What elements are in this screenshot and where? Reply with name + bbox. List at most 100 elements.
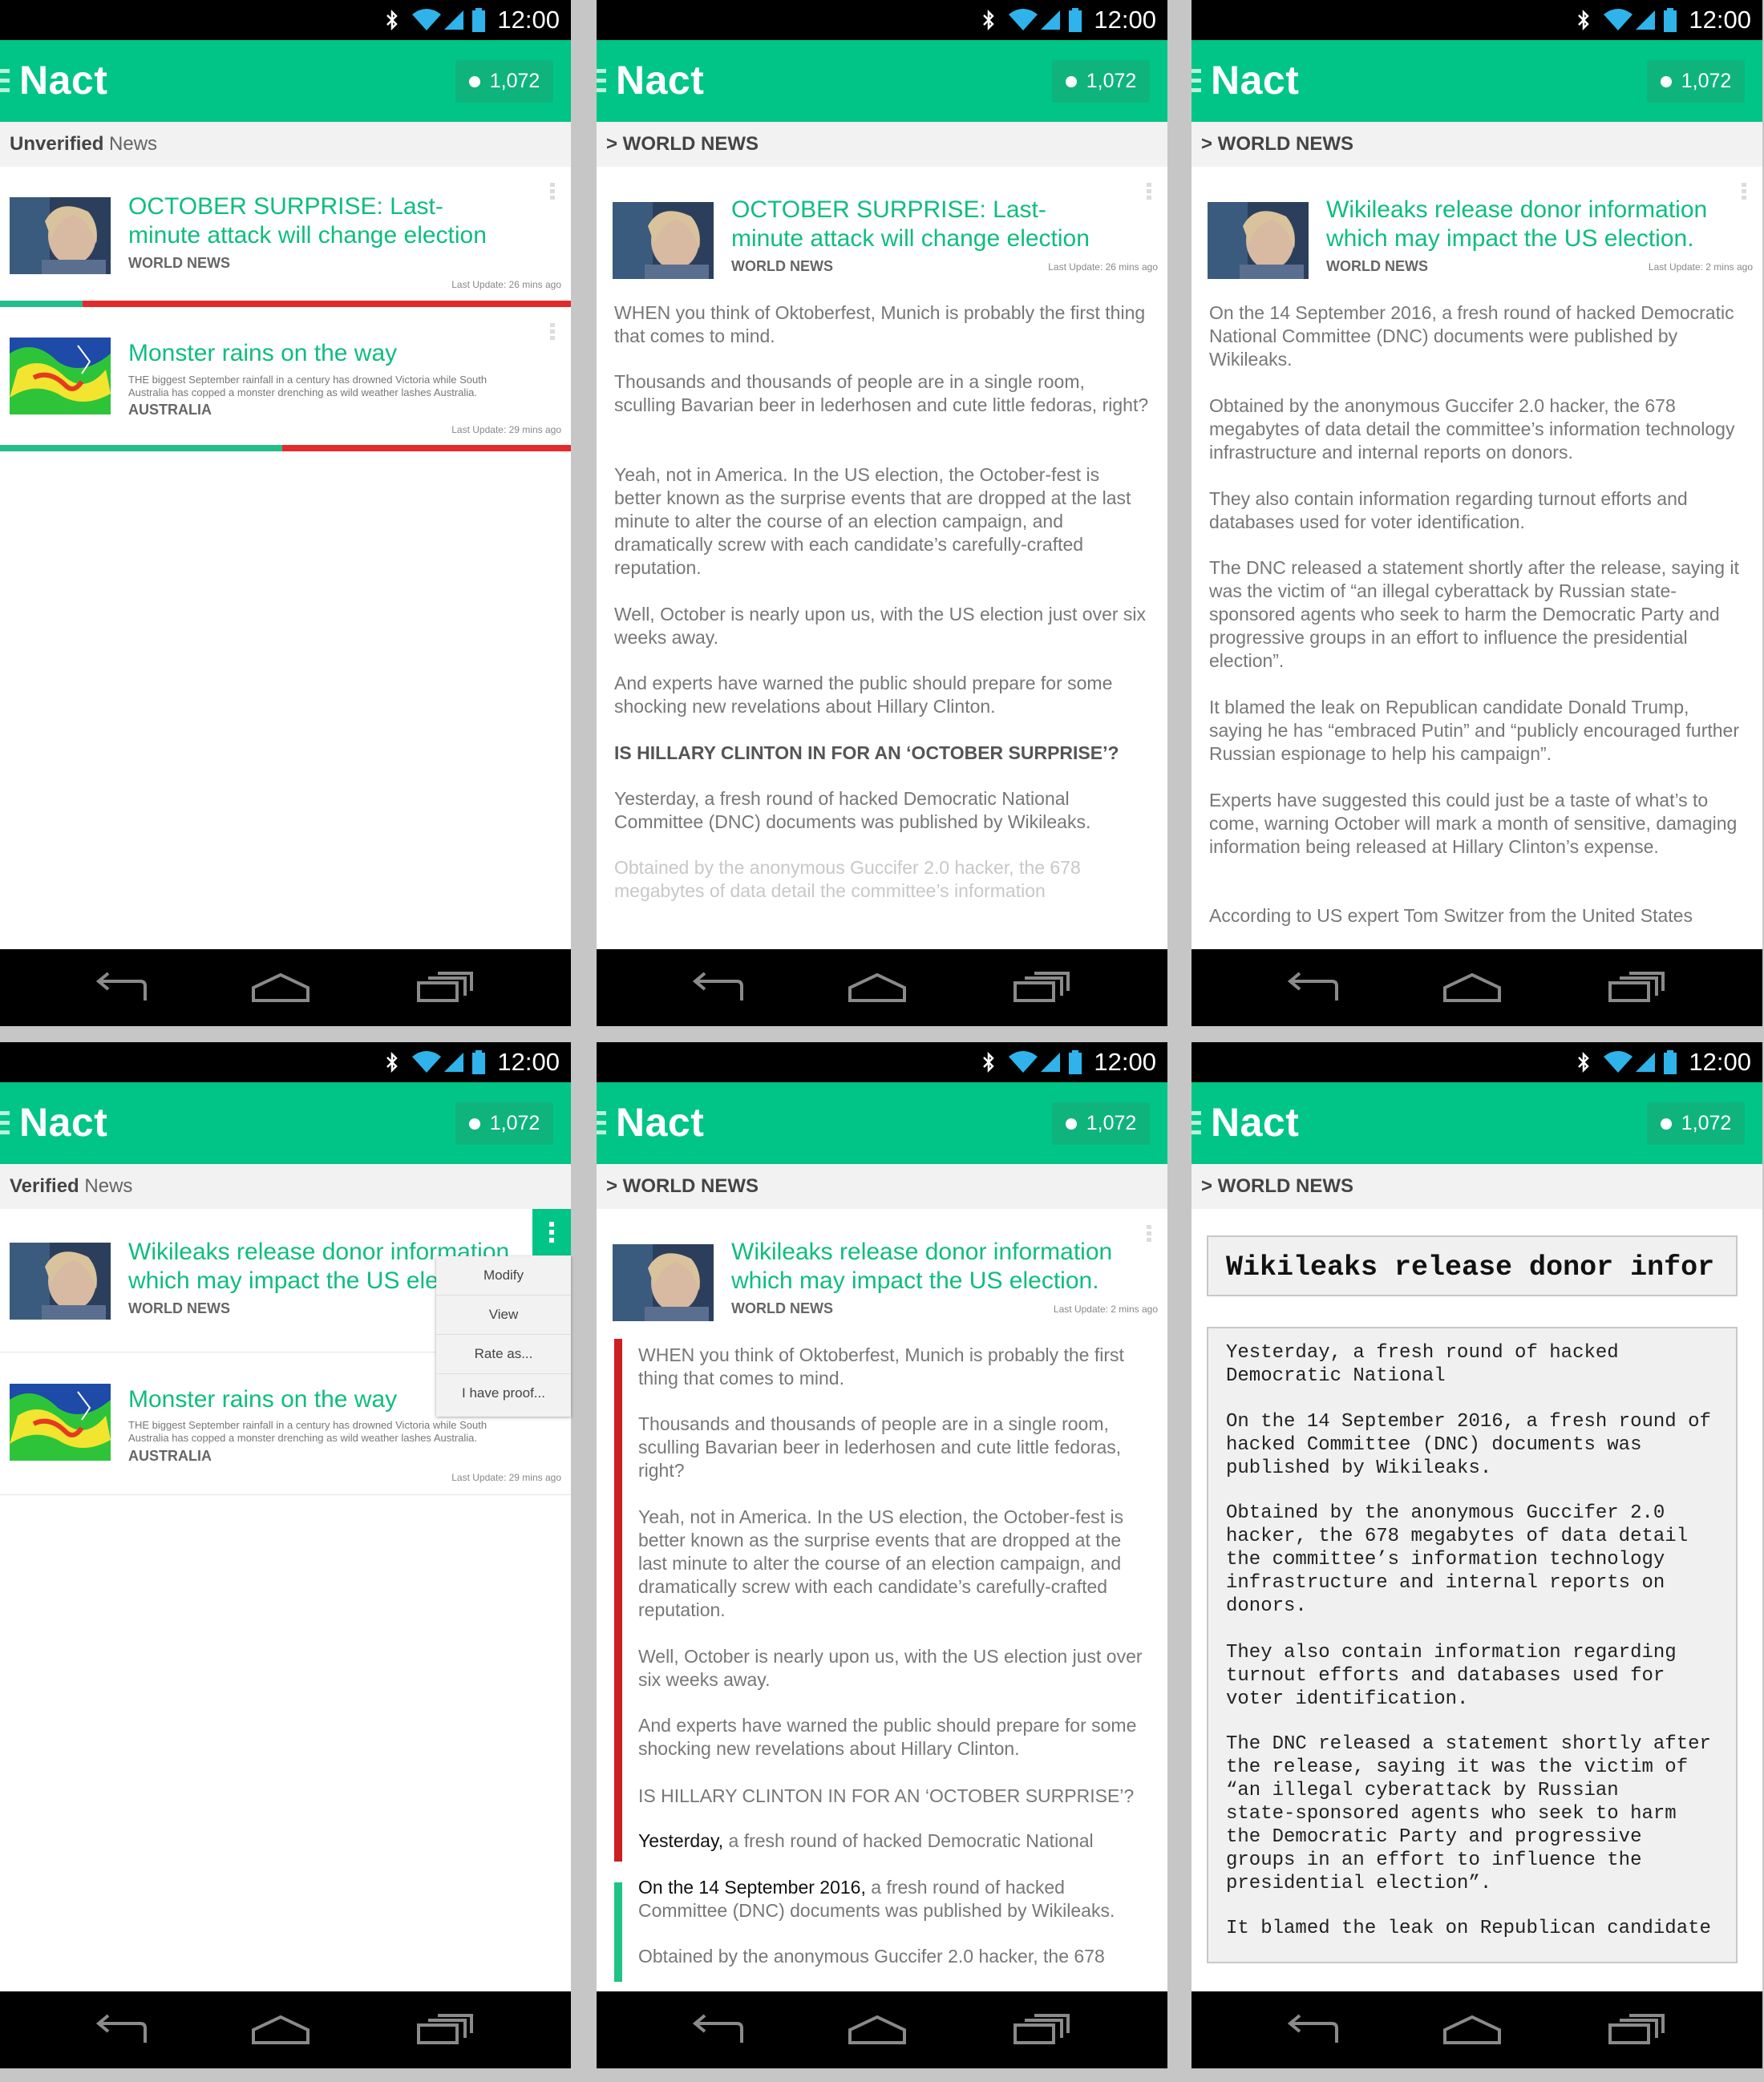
app-title: Nact bbox=[1211, 1100, 1300, 1145]
counter-badge[interactable]: 1,072 bbox=[455, 60, 553, 103]
dot-icon bbox=[1065, 75, 1077, 87]
home-icon[interactable] bbox=[250, 972, 311, 1004]
article-view: Wikileaks release donor information whic… bbox=[1192, 167, 1762, 949]
article-paragraph-verified: On the 14 September 2016, a fresh round … bbox=[638, 1876, 1151, 1922]
clock: 12:00 bbox=[1094, 6, 1156, 34]
home-icon[interactable] bbox=[1442, 972, 1503, 1004]
article-category: WORLD NEWS bbox=[1326, 258, 1428, 274]
article-category: WORLD NEWS bbox=[731, 258, 833, 274]
menu-item-rate[interactable]: Rate as... bbox=[436, 1335, 571, 1374]
menu-item-proof[interactable]: I have proof... bbox=[436, 1374, 571, 1413]
article-title: Wikileaks release donor information whic… bbox=[731, 1239, 1113, 1294]
recents-icon[interactable] bbox=[1607, 972, 1665, 1004]
battery-icon bbox=[1664, 8, 1677, 32]
home-icon[interactable] bbox=[1442, 2014, 1503, 2046]
hamburger-icon[interactable] bbox=[0, 69, 10, 93]
menu-item-modify[interactable]: Modify bbox=[436, 1256, 571, 1296]
bluetooth-icon bbox=[386, 9, 399, 31]
article-paragraph: They also contain information regarding … bbox=[1209, 488, 1688, 532]
hamburger-icon[interactable] bbox=[1192, 69, 1201, 93]
hamburger-icon[interactable] bbox=[0, 1111, 10, 1135]
menu-item-view[interactable]: View bbox=[436, 1296, 571, 1335]
article-heading: IS HILLARY CLINTON IN FOR AN ‘OCTOBER SU… bbox=[614, 742, 1119, 763]
nav-bar bbox=[0, 1991, 571, 2068]
breadcrumb[interactable]: > WORLD NEWS bbox=[1201, 1175, 1353, 1197]
back-icon[interactable] bbox=[1284, 972, 1340, 1004]
status-bar: 12:00 bbox=[597, 0, 1167, 40]
article-title[interactable]: OCTOBER SURPRISE: Last-minute attack wil… bbox=[128, 192, 513, 250]
section-header: > WORLD NEWS bbox=[1192, 1164, 1762, 1209]
article-description: THE biggest September rainfall in a cent… bbox=[128, 1419, 488, 1444]
back-icon[interactable] bbox=[92, 972, 148, 1004]
nav-bar bbox=[0, 949, 571, 1026]
clock: 12:00 bbox=[497, 6, 560, 34]
counter-badge[interactable]: 1,072 bbox=[1052, 60, 1150, 103]
home-icon[interactable] bbox=[847, 2014, 908, 2046]
section-header: > WORLD NEWS bbox=[597, 122, 1167, 167]
dot-icon bbox=[1660, 1118, 1672, 1130]
back-icon[interactable] bbox=[92, 2014, 148, 2046]
wifi-icon bbox=[1009, 9, 1038, 30]
overflow-menu-icon[interactable] bbox=[1147, 183, 1151, 202]
counter-badge[interactable]: 1,072 bbox=[1647, 1102, 1745, 1145]
article-paragraph: Experts have suggested this could just b… bbox=[1209, 790, 1738, 857]
overflow-menu-icon[interactable] bbox=[1742, 183, 1746, 202]
article-view: Wikileaks release donor information whic… bbox=[597, 1209, 1167, 1991]
status-bar: 12:00 bbox=[597, 1042, 1167, 1082]
textarea-paragraph: The DNC released a statement shortly aft… bbox=[1226, 1733, 1711, 1894]
bluetooth-icon bbox=[386, 1051, 399, 1073]
clock: 12:00 bbox=[1094, 1048, 1156, 1076]
battery-icon bbox=[472, 1050, 486, 1074]
wifi-icon bbox=[1604, 1051, 1633, 1073]
overflow-menu-icon[interactable] bbox=[1147, 1225, 1151, 1244]
verification-bar bbox=[0, 301, 571, 307]
wifi-icon bbox=[1009, 1051, 1038, 1073]
section-title-rest: News bbox=[103, 133, 158, 155]
screen-article-wikileaks: 12:00 Nact 1,072 > WORLD NEWS Wikileaks … bbox=[1192, 0, 1762, 1026]
recents-icon[interactable] bbox=[415, 2014, 473, 2046]
article-paragraph: WHEN you think of Oktoberfest, Munich is… bbox=[638, 1344, 1124, 1389]
breadcrumb[interactable]: > WORLD NEWS bbox=[1201, 133, 1353, 155]
recents-icon[interactable] bbox=[1012, 2014, 1070, 2046]
overflow-menu-button-active[interactable] bbox=[532, 1209, 571, 1255]
body-textarea[interactable]: Yesterday, a fresh round of hacked Democ… bbox=[1207, 1327, 1738, 1963]
overflow-menu-icon[interactable] bbox=[550, 183, 555, 202]
hamburger-icon[interactable] bbox=[597, 1111, 606, 1135]
dot-icon bbox=[1660, 75, 1672, 87]
counter-badge[interactable]: 1,072 bbox=[1052, 1102, 1150, 1145]
bluetooth-icon bbox=[1578, 1051, 1590, 1073]
app-bar: Nact 1,072 bbox=[1192, 40, 1762, 122]
breadcrumb[interactable]: > WORLD NEWS bbox=[606, 133, 759, 155]
counter-badge[interactable]: 1,072 bbox=[1647, 60, 1745, 103]
recents-icon[interactable] bbox=[1607, 2014, 1665, 2046]
recents-icon[interactable] bbox=[415, 972, 473, 1004]
news-card[interactable]: OCTOBER SURPRISE: Last-minute attack wil… bbox=[0, 167, 571, 307]
article-thumbnail bbox=[10, 338, 111, 414]
hamburger-icon[interactable] bbox=[597, 69, 606, 93]
article-title[interactable]: Monster rains on the way bbox=[128, 339, 513, 368]
article-paragraph: Yeah, not in America. In the US election… bbox=[614, 464, 1131, 578]
back-icon[interactable] bbox=[689, 2014, 745, 2046]
screen-article-annotated: 12:00 Nact 1,072 > WORLD NEWS Wikileaks … bbox=[597, 1042, 1167, 2068]
title-input[interactable]: Wikileaks release donor infor bbox=[1207, 1235, 1738, 1296]
news-list: OCTOBER SURPRISE: Last-minute attack wil… bbox=[0, 167, 571, 949]
back-icon[interactable] bbox=[1284, 2014, 1340, 2046]
news-card[interactable]: Monster rains on the way THE biggest Sep… bbox=[0, 307, 571, 451]
back-icon[interactable] bbox=[689, 972, 745, 1004]
article-paragraph: Obtained by the anonymous Guccifer 2.0 h… bbox=[638, 1946, 1105, 1967]
home-icon[interactable] bbox=[250, 2014, 311, 2046]
article-category: AUSTRALIA bbox=[128, 402, 212, 418]
article-thumbnail bbox=[10, 197, 111, 274]
hamburger-icon[interactable] bbox=[1192, 1111, 1201, 1135]
recents-icon[interactable] bbox=[1012, 972, 1070, 1004]
article-paragraph: Yesterday, a fresh round of hacked Democ… bbox=[614, 788, 1091, 832]
lead-text: Yesterday, bbox=[638, 1830, 724, 1851]
article-view: OCTOBER SURPRISE: Last-minute attack wil… bbox=[597, 167, 1167, 949]
home-icon[interactable] bbox=[847, 972, 908, 1004]
overflow-menu-icon[interactable] bbox=[550, 323, 555, 342]
app-title: Nact bbox=[616, 1100, 705, 1145]
counter-badge[interactable]: 1,072 bbox=[455, 1102, 553, 1145]
signal-icon bbox=[444, 10, 464, 30]
breadcrumb[interactable]: > WORLD NEWS bbox=[606, 1175, 759, 1197]
counter-value: 1,072 bbox=[1086, 1112, 1137, 1134]
